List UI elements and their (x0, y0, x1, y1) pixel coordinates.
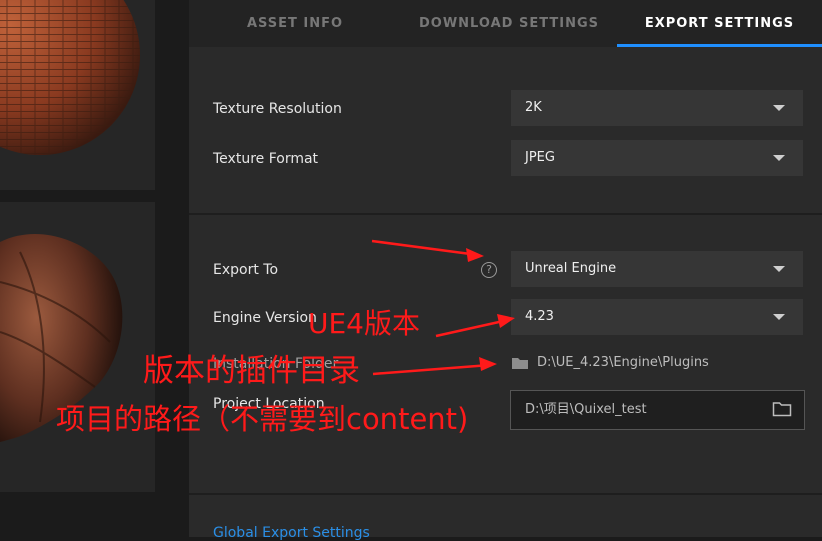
tab-download-settings[interactable]: DOWNLOAD SETTINGS (401, 0, 617, 47)
engine-version-label: Engine Version (213, 310, 317, 326)
tab-export-settings[interactable]: EXPORT SETTINGS (617, 0, 822, 47)
help-icon[interactable]: ? (481, 262, 497, 278)
texture-resolution-value: 2K (525, 100, 542, 115)
engine-version-select[interactable]: 4.23 (511, 299, 803, 335)
installation-folder-value: D:\UE_4.23\Engine\Plugins (537, 355, 709, 370)
section-divider (189, 493, 822, 495)
tab-asset-info[interactable]: ASSET INFO (189, 0, 401, 47)
cloth-image (0, 233, 123, 442)
chevron-down-icon (773, 314, 785, 320)
asset-thumbnail-brick-sphere[interactable] (0, 0, 155, 190)
export-to-select[interactable]: Unreal Engine (511, 251, 803, 287)
asset-preview-panel (0, 0, 189, 537)
chevron-down-icon (773, 105, 785, 111)
chevron-down-icon (773, 266, 785, 272)
chevron-down-icon (773, 155, 785, 161)
export-to-label: Export To (213, 262, 279, 278)
folder-icon (512, 358, 528, 369)
asset-thumbnail-cloth[interactable] (0, 202, 155, 492)
settings-panel: ASSET INFO DOWNLOAD SETTINGS EXPORT SETT… (189, 0, 822, 541)
texture-format-label: Texture Format (213, 151, 319, 167)
texture-resolution-label: Texture Resolution (213, 101, 342, 117)
texture-format-select[interactable]: JPEG (511, 140, 803, 176)
project-location-value: D:\项目\Quixel_test (525, 402, 647, 417)
project-location-field[interactable]: D:\项目\Quixel_test (510, 390, 805, 430)
annotation-plugin-directory: 版本的插件目录 (143, 353, 360, 389)
texture-resolution-select[interactable]: 2K (511, 90, 803, 126)
export-to-value: Unreal Engine (525, 261, 617, 276)
active-tab-indicator (617, 44, 822, 47)
section-divider (189, 213, 822, 215)
brick-sphere-image (0, 0, 140, 155)
engine-version-value: 4.23 (525, 309, 554, 324)
tab-bar: ASSET INFO DOWNLOAD SETTINGS EXPORT SETT… (189, 0, 822, 47)
folder-icon[interactable] (772, 401, 792, 417)
global-export-settings-link[interactable]: Global Export Settings (213, 525, 370, 541)
annotation-project-path: 项目的路径（不需要到content) (56, 402, 469, 436)
annotation-ue4-version: UE4版本 (308, 307, 421, 340)
texture-format-value: JPEG (525, 150, 555, 165)
